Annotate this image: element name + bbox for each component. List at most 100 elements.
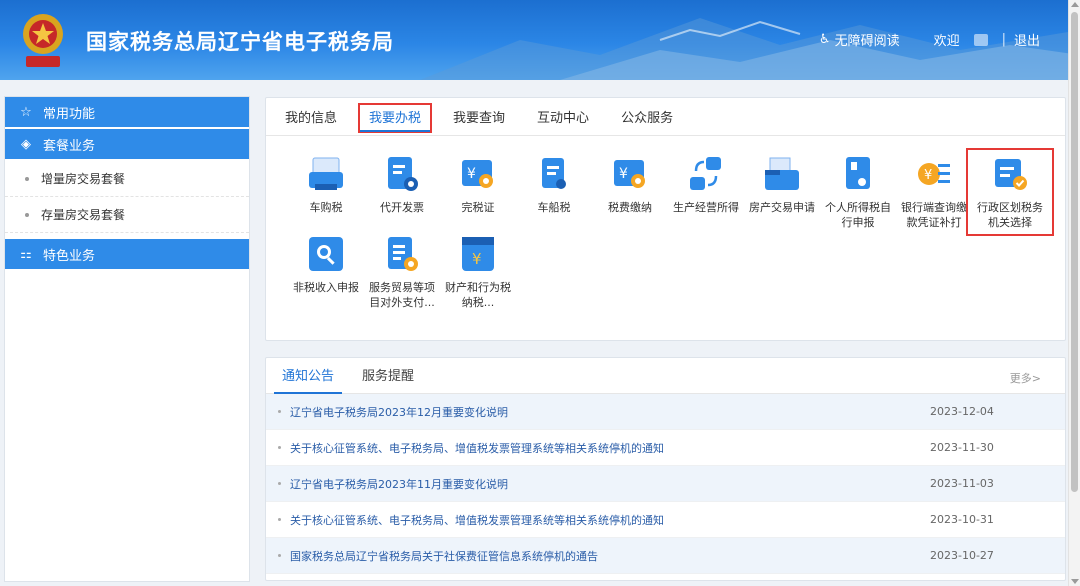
service-personal-income-tax[interactable]: 个人所得税自行申报 (820, 154, 896, 230)
svg-text:¥: ¥ (467, 166, 476, 182)
bullet-icon (278, 446, 281, 449)
svg-text:¥: ¥ (472, 250, 482, 268)
tax-payment-icon: ¥ (614, 160, 645, 188)
bank-receipt-icon: ¥ (918, 163, 950, 185)
property-behavior-tax-icon: ¥ (462, 237, 494, 271)
bullet-icon (278, 482, 281, 485)
service-business-income[interactable]: 生产经营所得 (668, 154, 744, 215)
sidebar-item-label: 常用功能 (43, 106, 96, 122)
service-label: 房产交易申请 (749, 201, 815, 214)
tab-query[interactable]: 我要查询 (444, 107, 514, 135)
sidebar-subitem-existing-housing[interactable]: 存量房交易套餐 (5, 197, 249, 233)
notice-date: 2023-11-03 (930, 477, 994, 490)
notice-row[interactable]: 辽宁省电子税务局2023年11月重要变化说明 2023-11-03 (266, 466, 1065, 502)
scroll-down-icon[interactable] (1071, 579, 1079, 584)
header-actions: ♿ 无障碍阅读 欢迎 | 退出 (819, 30, 1040, 49)
service-property-transaction[interactable]: 房产交易申请 (744, 154, 820, 215)
tab-announcements[interactable]: 通知公告 (274, 365, 343, 394)
notice-title: 关于核心征管系统、电子税务局、增值税发票管理系统等相关系统停机的通知 (290, 513, 664, 527)
personal-income-tax-icon (846, 157, 870, 189)
notice-row[interactable]: 国家税务总局辽宁省税务局关于社保费征管信息系统停机的通告 2023-10-27 (266, 538, 1065, 574)
service-label: 服务贸易等项目对外支付... (369, 281, 435, 309)
notice-row[interactable]: 关于核心征管系统、电子税务局、增值税发票管理系统等相关系统停机的通知 2023-… (266, 430, 1065, 466)
bullet-icon (25, 212, 29, 217)
notice-title: 辽宁省电子税务局2023年12月重要变化说明 (290, 405, 508, 419)
notice-row[interactable]: 辽宁省电子税务局2023年12月重要变化说明 2023-12-04 (266, 394, 1065, 430)
accessibility-link[interactable]: ♿ 无障碍阅读 (819, 30, 900, 49)
invoice-icon (388, 157, 418, 191)
service-label: 财产和行为税纳税... (445, 281, 511, 309)
bullet-icon (278, 518, 281, 521)
service-label: 税费缴纳 (608, 201, 652, 214)
tax-services-panel: 我的信息 我要办税 我要查询 互动中心 公众服务 车购税 代开发票 ¥ 完税证 … (265, 97, 1066, 341)
service-label: 车购税 (309, 201, 343, 214)
bullet-icon (278, 410, 281, 413)
notice-date: 2023-10-31 (930, 513, 994, 526)
tab-service-reminders[interactable]: 服务提醒 (354, 365, 422, 393)
tax-certificate-icon: ¥ (462, 160, 493, 188)
app-title: 国家税务总局辽宁省电子税务局 (86, 30, 394, 54)
service-foreign-payment[interactable]: 服务贸易等项目对外支付... (364, 234, 440, 310)
header-banner: 国家税务总局辽宁省电子税务局 ♿ 无障碍阅读 欢迎 | 退出 (0, 0, 1080, 80)
main-tabs: 我的信息 我要办税 我要查询 互动中心 公众服务 (266, 98, 1065, 136)
scroll-up-icon[interactable] (1071, 2, 1079, 7)
svg-text:¥: ¥ (619, 166, 628, 182)
bullet-icon (278, 554, 281, 557)
accessibility-icon: ♿ (818, 32, 831, 47)
apps-icon: ⚏ (20, 246, 32, 262)
vehicle-purchase-tax-icon (309, 157, 343, 190)
bullet-icon (25, 176, 29, 181)
tax-emblem-icon (23, 14, 63, 67)
tab-my-info[interactable]: 我的信息 (276, 107, 346, 135)
notice-date: 2023-10-27 (930, 549, 994, 562)
welcome-text: 欢迎 (933, 34, 960, 49)
service-vehicle-vessel-tax[interactable]: 车船税 (516, 154, 592, 215)
service-property-behavior-tax[interactable]: ¥ 财产和行为税纳税... (440, 234, 516, 310)
tab-file-tax[interactable]: 我要办税 (358, 103, 433, 133)
notice-title: 国家税务总局辽宁省税务局关于社保费征管信息系统停机的通告 (290, 549, 598, 563)
sidebar-subitem-label: 存量房交易套餐 (41, 208, 126, 222)
tab-interaction[interactable]: 互动中心 (528, 107, 598, 135)
notice-tabs: 通知公告 服务提醒 更多> (266, 358, 1065, 394)
service-label: 个人所得税自行申报 (825, 201, 891, 229)
scrollbar-thumb[interactable] (1071, 12, 1078, 492)
notice-date: 2023-12-04 (930, 405, 994, 418)
service-label: 行政区划税务机关选择 (977, 201, 1043, 229)
service-tax-office-select[interactable]: 行政区划税务机关选择 (966, 148, 1054, 236)
notice-row[interactable]: 关于核心征管系统、电子税务局、增值税发票管理系统等相关系统停机的通知 2023-… (266, 502, 1065, 538)
non-tax-revenue-icon (309, 237, 343, 271)
sidebar: ☆ 常用功能 ◈ 套餐业务 增量房交易套餐 存量房交易套餐 ⚏ 特色业务 (4, 96, 250, 582)
service-bank-receipt-reprint[interactable]: ¥ 银行端查询缴款凭证补打 (896, 154, 972, 230)
svg-text:¥: ¥ (924, 168, 932, 183)
service-label: 非税收入申报 (293, 281, 359, 294)
sidebar-item-label: 套餐业务 (43, 138, 96, 154)
vehicle-vessel-tax-icon (542, 158, 566, 189)
layers-icon: ◈ (21, 136, 31, 152)
logout-link[interactable]: 退出 (1014, 30, 1040, 49)
notices-panel: 通知公告 服务提醒 更多> 辽宁省电子税务局2023年12月重要变化说明 202… (265, 357, 1066, 581)
service-label: 车船税 (537, 201, 571, 214)
notice-title: 关于核心征管系统、电子税务局、增值税发票管理系统等相关系统停机的通知 (290, 441, 664, 455)
tab-public-service[interactable]: 公众服务 (612, 107, 682, 135)
business-income-icon (690, 157, 721, 190)
sidebar-subitem-label: 增量房交易套餐 (41, 172, 126, 186)
property-transaction-icon (765, 157, 799, 190)
page-scrollbar[interactable] (1068, 0, 1080, 586)
service-non-tax-revenue[interactable]: 非税收入申报 (288, 234, 364, 295)
service-vehicle-purchase-tax[interactable]: 车购税 (288, 154, 364, 215)
sidebar-item-special[interactable]: ⚏ 特色业务 (5, 239, 249, 271)
service-invoice[interactable]: 代开发票 (364, 154, 440, 215)
tax-office-select-icon (995, 159, 1027, 190)
sidebar-item-common[interactable]: ☆ 常用功能 (5, 97, 249, 129)
service-label: 银行端查询缴款凭证补打 (901, 201, 967, 229)
service-tax-payment[interactable]: ¥ 税费缴纳 (592, 154, 668, 215)
service-label: 生产经营所得 (673, 201, 739, 214)
sidebar-item-packages[interactable]: ◈ 套餐业务 (5, 129, 249, 161)
sidebar-subitem-incremental-housing[interactable]: 增量房交易套餐 (5, 161, 249, 197)
star-icon: ☆ (20, 104, 32, 120)
more-link[interactable]: 更多> (1010, 370, 1041, 386)
service-tax-certificate[interactable]: ¥ 完税证 (440, 154, 516, 215)
header-separator: | (1001, 32, 1006, 47)
notice-date: 2023-11-30 (930, 441, 994, 454)
service-label: 完税证 (461, 201, 495, 214)
